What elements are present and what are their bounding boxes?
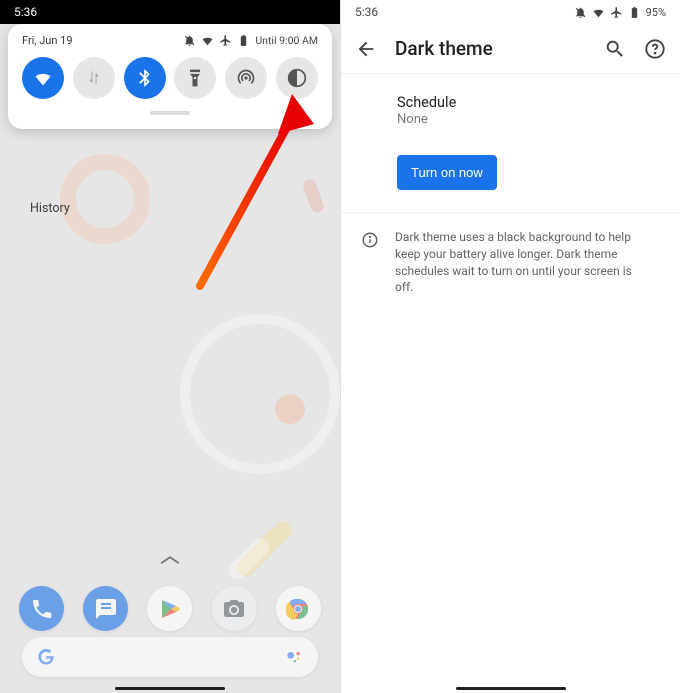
- wallpaper-decoration: [302, 178, 326, 214]
- notifications-off-icon: [574, 6, 587, 19]
- wifi-tile[interactable]: [22, 57, 64, 99]
- play-store-app-icon[interactable]: [147, 586, 192, 631]
- airplane-icon: [610, 6, 623, 19]
- google-g-icon: [36, 647, 56, 667]
- dark-theme-settings-screen: 5:36 95% Dark theme Schedule None Turn o…: [340, 0, 680, 693]
- messages-app-icon[interactable]: [83, 586, 128, 631]
- info-icon: [361, 231, 379, 249]
- battery-icon: [237, 34, 250, 47]
- quick-settings-panel: Fri, Jun 19 Until 9:00 AM: [8, 24, 332, 129]
- wallpaper-decoration: [275, 394, 305, 424]
- chrome-app-icon[interactable]: [276, 586, 321, 631]
- status-time: 5:36: [355, 5, 378, 19]
- airplane-icon: [219, 34, 232, 47]
- qs-date: Fri, Jun 19: [22, 34, 73, 47]
- dark-theme-settings-content: Schedule None Turn on now: [341, 74, 680, 213]
- wifi-icon: [592, 6, 605, 19]
- gesture-nav-bar[interactable]: [456, 687, 566, 691]
- wallpaper-decoration: [60, 154, 150, 244]
- schedule-value: None: [397, 112, 660, 127]
- schedule-setting[interactable]: Schedule None: [397, 94, 660, 127]
- qs-drag-handle[interactable]: [150, 111, 190, 115]
- dock: [0, 586, 340, 631]
- phone-app-icon[interactable]: [19, 586, 64, 631]
- info-section: Dark theme uses a black background to he…: [341, 213, 680, 312]
- app-drawer-hint-icon[interactable]: [159, 551, 181, 563]
- status-time: 5:36: [14, 5, 37, 19]
- info-text: Dark theme uses a black background to he…: [395, 229, 645, 296]
- history-label: History: [30, 201, 70, 216]
- mobile-data-tile[interactable]: [73, 57, 115, 99]
- status-bar: 5:36: [0, 0, 340, 24]
- turn-on-now-button[interactable]: Turn on now: [397, 155, 497, 190]
- bluetooth-tile[interactable]: [124, 57, 166, 99]
- search-icon[interactable]: [604, 38, 626, 60]
- notifications-off-icon: [183, 34, 196, 47]
- hotspot-tile[interactable]: [225, 57, 267, 99]
- wallpaper-decoration: [180, 314, 340, 474]
- status-bar: 5:36 95%: [341, 0, 680, 24]
- home-screen-with-quick-settings: 5:36 History: [0, 0, 340, 693]
- battery-icon: [628, 6, 641, 19]
- camera-app-icon[interactable]: [212, 586, 257, 631]
- qs-alarm-until: Until 9:00 AM: [255, 34, 318, 47]
- google-search-bar[interactable]: [22, 637, 318, 677]
- wifi-icon: [201, 34, 214, 47]
- dark-theme-tile[interactable]: [276, 57, 318, 99]
- help-icon[interactable]: [644, 38, 666, 60]
- flashlight-tile[interactable]: [174, 57, 216, 99]
- qs-status-icons: Until 9:00 AM: [183, 34, 318, 47]
- back-icon[interactable]: [355, 38, 377, 60]
- qs-tiles-row: [20, 57, 320, 99]
- page-title: Dark theme: [395, 37, 586, 60]
- app-bar: Dark theme: [341, 24, 680, 74]
- battery-percent: 95%: [646, 6, 666, 19]
- gesture-nav-bar[interactable]: [115, 687, 225, 691]
- assistant-icon: [284, 647, 304, 667]
- schedule-title: Schedule: [397, 94, 660, 111]
